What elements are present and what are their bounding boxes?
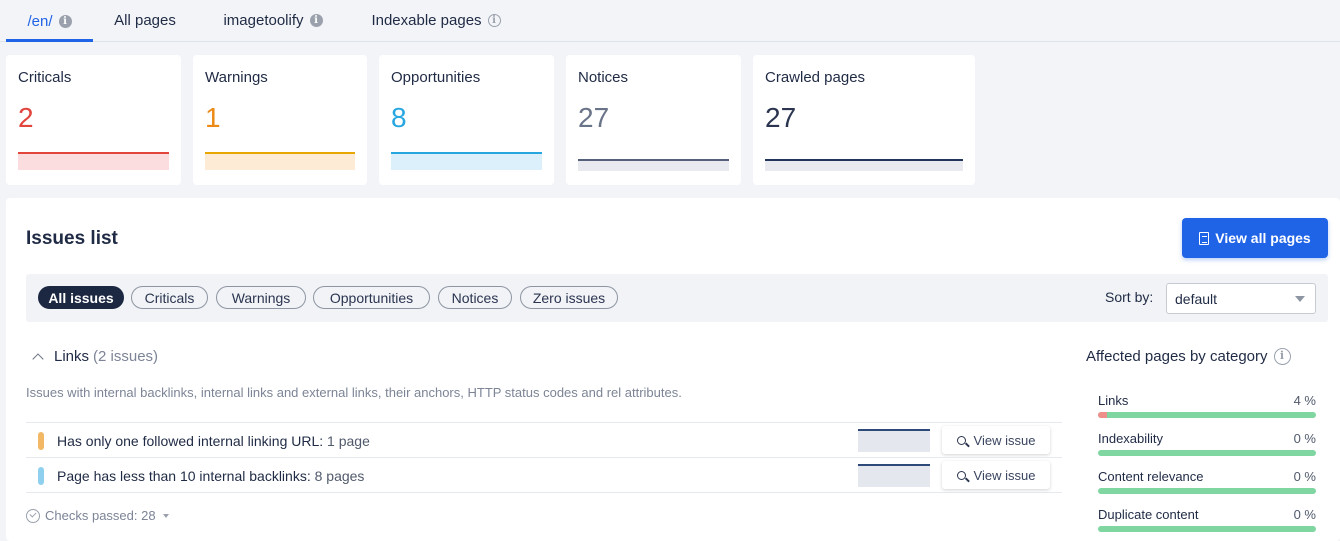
issue-title: Page has less than 10 internal backlinks… [57, 468, 311, 484]
view-issue-button[interactable]: View issue [942, 461, 1050, 489]
caret-down-icon [1295, 296, 1305, 302]
sparkline [18, 152, 169, 170]
view-issue-label: View issue [973, 467, 1036, 483]
card-label: Criticals [18, 69, 72, 86]
card-value: 1 [205, 102, 221, 133]
issue-pages: 8 pages [314, 468, 365, 484]
severity-marker [38, 432, 44, 450]
issues-panel: Issues list View all pages All issues Cr… [6, 198, 1340, 541]
card-label: Notices [578, 69, 629, 86]
filter-zero-issues[interactable]: Zero issues [520, 286, 618, 309]
document-icon [1199, 231, 1210, 245]
card-label: Crawled pages [765, 69, 866, 86]
category-duplicate-content: Duplicate content 0 % [1098, 507, 1316, 537]
tab-label: All pages [114, 12, 176, 29]
filter-warnings[interactable]: Warnings [216, 286, 306, 309]
tab-indexable-pages[interactable]: Indexable pages i [356, 0, 516, 41]
notices-card[interactable]: Notices 27 [566, 55, 741, 185]
info-icon[interactable]: i [487, 14, 501, 27]
tab-all-pages[interactable]: All pages [100, 0, 190, 41]
category-percent: 0 % [1293, 507, 1316, 522]
info-icon[interactable]: i [309, 14, 323, 27]
category-percent: 0 % [1293, 469, 1316, 484]
card-value: 27 [765, 102, 797, 133]
search-icon [956, 435, 966, 445]
issue-text: Has only one followed internal linking U… [57, 433, 370, 449]
panel-title: Issues list [26, 228, 118, 249]
category-bar [1098, 526, 1316, 532]
filter-notices[interactable]: Notices [438, 286, 512, 309]
tab-label: Indexable pages [371, 12, 482, 29]
card-value: 27 [578, 102, 610, 133]
issue-mini-chart [858, 429, 930, 452]
category-bar [1098, 450, 1316, 456]
section-count: (2 issues) [93, 348, 159, 365]
issue-title: Has only one followed internal linking U… [57, 433, 324, 449]
card-label: Opportunities [391, 69, 481, 86]
filter-criticals[interactable]: Criticals [131, 286, 208, 309]
warnings-card[interactable]: Warnings 1 [193, 55, 367, 185]
crawled-pages-card[interactable]: Crawled pages 27 [753, 55, 975, 185]
view-issue-button[interactable]: View issue [942, 426, 1050, 454]
category-name: Duplicate content [1098, 507, 1199, 522]
tab-label: imagetoolify [223, 12, 304, 29]
info-icon[interactable]: i [58, 14, 72, 28]
filter-opportunities[interactable]: Opportunities [313, 286, 430, 309]
section-description: Issues with internal backlinks, internal… [26, 385, 682, 400]
links-section-toggle[interactable]: Links (2 issues) [32, 348, 158, 365]
affected-title-text: Affected pages by category [1086, 348, 1268, 365]
button-label: View all pages [1215, 230, 1311, 246]
card-label: Warnings [205, 69, 268, 86]
affected-pages-title: Affected pages by category i [1086, 348, 1291, 365]
scope-tabs: /en/ i All pages imagetoolify i Indexabl… [0, 0, 1340, 42]
filter-all-issues[interactable]: All issues [38, 286, 124, 309]
view-all-pages-button[interactable]: View all pages [1182, 218, 1328, 258]
category-bar-fill [1098, 412, 1107, 418]
category-bar [1098, 488, 1316, 494]
issue-mini-chart [858, 464, 930, 487]
category-percent: 4 % [1293, 393, 1316, 408]
view-issue-label: View issue [973, 432, 1036, 448]
sparkline [578, 159, 729, 171]
tab-label: /en/ [27, 12, 53, 30]
checks-passed-toggle[interactable]: Checks passed: 28 [26, 508, 169, 523]
issue-row: Has only one followed internal linking U… [26, 422, 1062, 458]
sparkline [765, 159, 963, 171]
section-name: Links [54, 348, 90, 365]
category-indexability: Indexability 0 % [1098, 431, 1316, 461]
criticals-card[interactable]: Criticals 2 [6, 55, 181, 185]
filter-bar: All issues Criticals Warnings Opportunit… [26, 274, 1328, 322]
info-icon[interactable]: i [1273, 348, 1291, 365]
card-value: 2 [18, 102, 34, 133]
tab-en[interactable]: /en/ i [6, 0, 93, 42]
checks-passed-label: Checks passed: 28 [45, 508, 156, 523]
sort-select[interactable]: default [1166, 283, 1316, 314]
caret-down-icon [162, 513, 169, 518]
tab-imagetoolify[interactable]: imagetoolify i [208, 0, 338, 41]
category-links: Links 4 % [1098, 393, 1316, 423]
sort-label: Sort by: [1105, 289, 1154, 305]
severity-marker [38, 467, 44, 485]
category-bar [1098, 412, 1316, 418]
category-content-relevance: Content relevance 0 % [1098, 469, 1316, 499]
sort-value: default [1175, 291, 1218, 307]
category-name: Indexability [1098, 431, 1164, 446]
issue-row: Page has less than 10 internal backlinks… [26, 457, 1062, 493]
sparkline [205, 152, 355, 170]
category-name: Links [1098, 393, 1129, 408]
search-icon [956, 470, 966, 480]
card-value: 8 [391, 102, 407, 133]
category-percent: 0 % [1293, 431, 1316, 446]
check-circle-icon [26, 508, 40, 523]
category-name: Content relevance [1098, 469, 1204, 484]
issue-text: Page has less than 10 internal backlinks… [57, 468, 364, 484]
chevron-up-icon [32, 352, 44, 365]
opportunities-card[interactable]: Opportunities 8 [379, 55, 554, 185]
issue-pages: 1 page [327, 433, 370, 449]
sparkline [391, 152, 542, 170]
